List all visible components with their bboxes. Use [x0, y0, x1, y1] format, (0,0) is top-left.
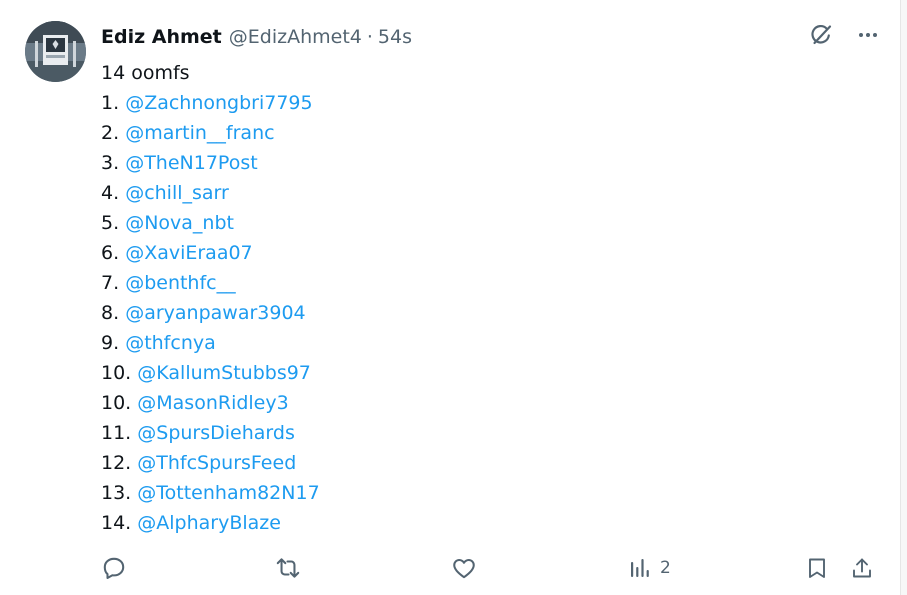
mention-list-item: 2. @martin__franc: [101, 118, 861, 148]
mention-list-item: 14. @AlpharyBlaze: [101, 508, 861, 538]
views-icon: [631, 559, 649, 577]
list-number: 8.: [101, 302, 120, 324]
views-count: 2: [660, 558, 671, 578]
mention-link[interactable]: @ThfcSpursFeed: [137, 452, 296, 474]
mention-link[interactable]: @martin__franc: [125, 122, 274, 144]
list-number: 12.: [101, 452, 132, 474]
list-number: 2.: [101, 122, 120, 144]
mention-list-item: 12. @ThfcSpursFeed: [101, 448, 861, 478]
list-number: 6.: [101, 242, 120, 264]
tweet-top-actions: [808, 22, 880, 48]
mention-list-item: 4. @chill_sarr: [101, 178, 861, 208]
mention-link[interactable]: @aryanpawar3904: [125, 302, 305, 324]
mention-list-item: 5. @Nova_nbt: [101, 208, 861, 238]
author-name[interactable]: Ediz Ahmet: [101, 26, 222, 48]
author-handle[interactable]: @EdizAhmet4: [229, 26, 362, 48]
mention-list-item: 1. @Zachnongbri7795: [101, 88, 861, 118]
mention-link[interactable]: @Nova_nbt: [125, 212, 234, 234]
list-number: 9.: [101, 332, 120, 354]
list-number: 10.: [101, 392, 132, 414]
tweet-header: Ediz Ahmet @EdizAhmet4 · 54s: [101, 24, 412, 50]
tweet-text: 14 oomfs 1. @Zachnongbri7795 2. @martin__…: [101, 58, 861, 538]
mention-link[interactable]: @KallumStubbs97: [137, 362, 311, 384]
avatar[interactable]: [25, 21, 86, 82]
retweet-button[interactable]: [274, 552, 302, 584]
list-number: 4.: [101, 182, 120, 204]
mention-list-item: 10. @MasonRidley3: [101, 388, 861, 418]
mention-link[interactable]: @chill_sarr: [125, 182, 229, 204]
list-number: 13.: [101, 482, 132, 504]
list-number: 14.: [101, 512, 132, 534]
mention-link[interactable]: @TheN17Post: [125, 152, 257, 174]
mention-link[interactable]: @XaviEraa07: [125, 242, 252, 264]
mention-list-item: 6. @XaviEraa07: [101, 238, 861, 268]
list-number: 10.: [101, 362, 132, 384]
mention-list: 1. @Zachnongbri7795 2. @martin__franc 3. @…: [101, 88, 861, 538]
list-number: 11.: [101, 422, 132, 444]
mention-list-item: 7. @benthfc__: [101, 268, 861, 298]
grok-icon[interactable]: [808, 22, 834, 48]
more-icon[interactable]: [856, 23, 880, 47]
mention-list-item: 10. @KallumStubbs97: [101, 358, 861, 388]
mention-link[interactable]: @thfcnya: [125, 332, 216, 354]
reply-icon: [103, 557, 125, 579]
mention-link[interactable]: @benthfc__: [125, 272, 235, 294]
tweet-time[interactable]: 54s: [378, 26, 412, 48]
like-icon: [453, 558, 475, 579]
reply-button[interactable]: [101, 552, 127, 584]
mention-link[interactable]: @AlpharyBlaze: [137, 512, 281, 534]
tweet-card: Ediz Ahmet @EdizAhmet4 · 54s 14 oomfs 1.…: [0, 0, 901, 595]
mention-list-item: 9. @thfcnya: [101, 328, 861, 358]
list-number: 3.: [101, 152, 120, 174]
like-button[interactable]: [451, 552, 477, 584]
share-button[interactable]: [850, 552, 874, 584]
list-number: 1.: [101, 92, 120, 114]
mention-link[interactable]: @Zachnongbri7795: [125, 92, 312, 114]
avatar-image: [25, 21, 86, 82]
retweet-icon: [276, 558, 300, 578]
separator-dot: ·: [366, 26, 373, 48]
mention-list-item: 8. @aryanpawar3904: [101, 298, 861, 328]
tweet-intro: 14 oomfs: [101, 62, 190, 84]
list-number: 7.: [101, 272, 120, 294]
list-number: 5.: [101, 212, 120, 234]
mention-list-item: 11. @SpursDiehards: [101, 418, 861, 448]
mention-link[interactable]: @SpursDiehards: [137, 422, 295, 444]
mention-list-item: 3. @TheN17Post: [101, 148, 861, 178]
views-button[interactable]: 2: [628, 552, 671, 584]
share-icon: [853, 558, 871, 578]
bookmark-icon: [809, 558, 825, 578]
bookmark-button[interactable]: [805, 552, 829, 584]
mention-link[interactable]: @Tottenham82N17: [137, 482, 319, 504]
mention-link[interactable]: @MasonRidley3: [137, 392, 288, 414]
tweet-actions-bar: 2: [0, 552, 900, 584]
mention-list-item: 13. @Tottenham82N17: [101, 478, 861, 508]
